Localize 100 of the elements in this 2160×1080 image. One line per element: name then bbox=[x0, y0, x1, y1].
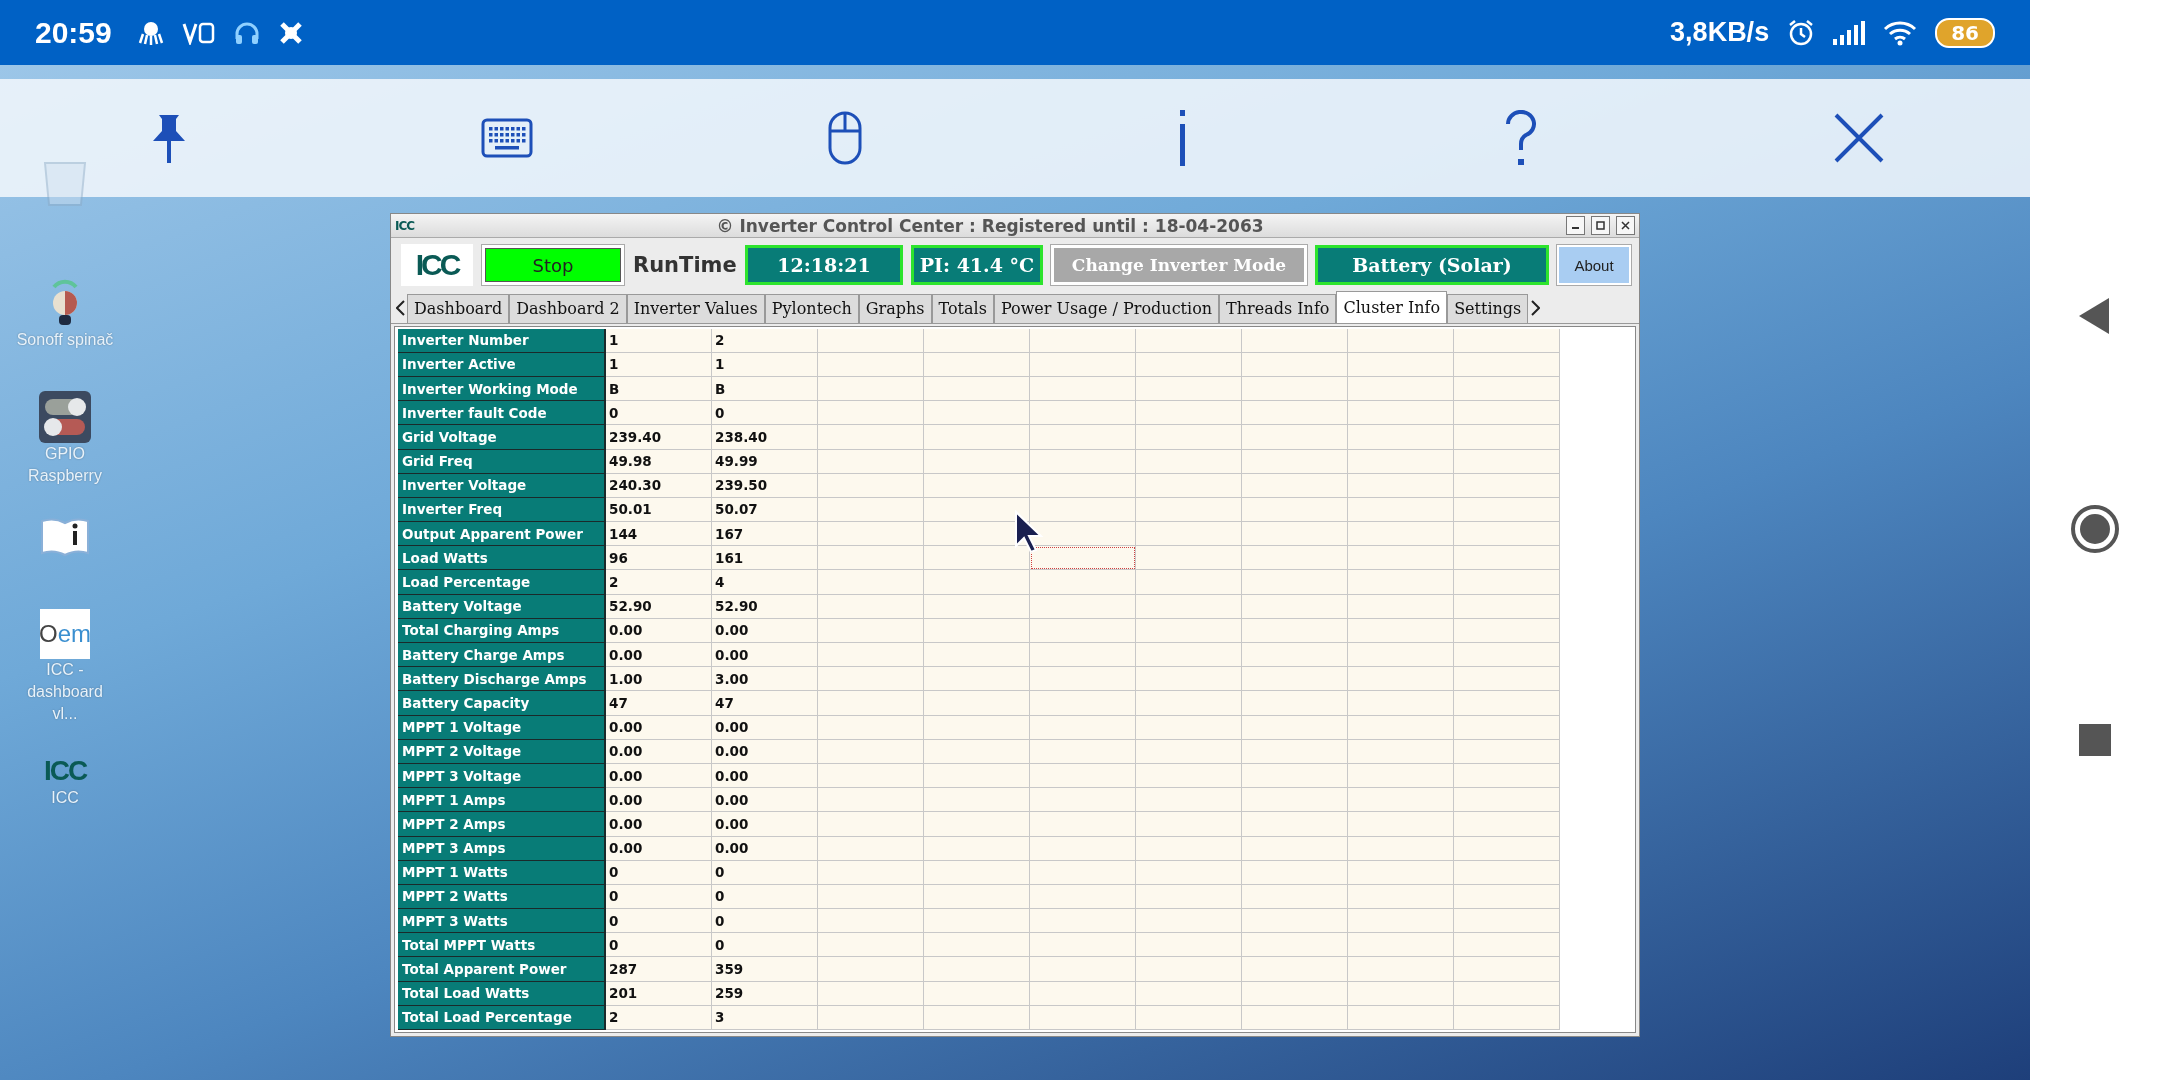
close-button[interactable] bbox=[1616, 216, 1635, 235]
table-cell: 50.01 bbox=[606, 497, 712, 523]
row-label: Total Load Watts bbox=[398, 981, 606, 1006]
table-cell: 0 bbox=[606, 401, 712, 426]
tab[interactable]: Dashboard bbox=[407, 293, 510, 323]
table-cell: 0 bbox=[606, 933, 712, 958]
table-cell: 0.00 bbox=[606, 836, 712, 861]
book-info-icon[interactable] bbox=[40, 517, 90, 557]
row-label: Inverter Working Mode bbox=[398, 376, 606, 402]
table-cell: 287 bbox=[606, 957, 712, 982]
row-label: Total MPPT Watts bbox=[398, 933, 606, 958]
table-cell: 2 bbox=[606, 1005, 712, 1030]
table-cell: 96 bbox=[606, 546, 712, 571]
signal-icon bbox=[1833, 20, 1866, 45]
tab[interactable]: Settings bbox=[1447, 293, 1529, 323]
tab[interactable]: Totals bbox=[931, 293, 994, 323]
row-label: Inverter fault Code bbox=[398, 401, 606, 426]
row-label: Total Load Percentage bbox=[398, 1005, 606, 1030]
maximize-button[interactable] bbox=[1591, 216, 1610, 235]
runtime-label: RunTime bbox=[633, 253, 737, 278]
tab[interactable]: Dashboard 2 bbox=[509, 293, 627, 323]
row-label: MPPT 3 Amps bbox=[398, 836, 606, 861]
table-cell: 259 bbox=[712, 981, 818, 1006]
table-cell: 0.00 bbox=[606, 618, 712, 643]
table-cell: 1 bbox=[712, 352, 818, 377]
pin-icon[interactable] bbox=[151, 113, 187, 163]
table-cell: 0.00 bbox=[606, 715, 712, 740]
table-cell: 0 bbox=[606, 909, 712, 934]
row-label: MPPT 3 Voltage bbox=[398, 763, 606, 789]
table-cell: 144 bbox=[606, 522, 712, 547]
row-label: MPPT 1 Amps bbox=[398, 788, 606, 813]
tab[interactable]: Graphs bbox=[858, 293, 932, 323]
table-cell: 238.40 bbox=[712, 425, 818, 450]
row-label: MPPT 2 Amps bbox=[398, 812, 606, 837]
help-icon[interactable] bbox=[1505, 110, 1537, 166]
octopus-icon bbox=[137, 19, 164, 46]
window-title: © Inverter Control Center : Registered until : 18-04-2063 bbox=[715, 215, 1265, 236]
back-icon[interactable] bbox=[2079, 298, 2111, 334]
table-cell: 0 bbox=[712, 401, 818, 426]
row-label: Total Apparent Power bbox=[398, 957, 606, 982]
close-icon[interactable] bbox=[1833, 112, 1885, 164]
volte-icon bbox=[181, 20, 216, 45]
row-label: MPPT 1 Watts bbox=[398, 860, 606, 885]
tab[interactable]: Inverter Values bbox=[626, 293, 765, 323]
minimize-button[interactable] bbox=[1566, 216, 1585, 235]
keyboard-icon[interactable] bbox=[481, 118, 533, 158]
oem-logo-icon[interactable]: Oem bbox=[40, 609, 90, 659]
network-speed: 3,8KB/s bbox=[1670, 17, 1770, 48]
table-cell: 0 bbox=[712, 933, 818, 958]
table-cell: 0.00 bbox=[606, 812, 712, 837]
table-cell: 4 bbox=[712, 570, 818, 595]
headphones-icon bbox=[233, 20, 260, 45]
battery-mode-display: Battery (Solar) bbox=[1315, 245, 1549, 286]
table-cell: 0.00 bbox=[712, 812, 818, 837]
home-icon[interactable] bbox=[2070, 504, 2120, 554]
row-label: Inverter Active bbox=[398, 352, 606, 377]
tab[interactable]: Pylontech bbox=[764, 293, 859, 323]
chevron-left-icon bbox=[395, 299, 405, 316]
app-logo-icon: ICC bbox=[395, 218, 415, 233]
mouse-pointer-icon bbox=[1014, 510, 1044, 556]
desktop-icon-label: ICC bbox=[50, 788, 80, 808]
table-cell: 47 bbox=[712, 691, 818, 716]
row-label: MPPT 1 Voltage bbox=[398, 715, 606, 740]
table-cell: 2 bbox=[712, 328, 818, 353]
table-cell: 0.00 bbox=[712, 618, 818, 643]
tab[interactable]: Threads Info bbox=[1219, 293, 1337, 323]
wifi-icon bbox=[1883, 19, 1918, 46]
row-label: MPPT 2 Voltage bbox=[398, 739, 606, 764]
close-icon bbox=[1621, 221, 1630, 230]
mouse-icon[interactable] bbox=[828, 111, 862, 165]
table-cell: 0 bbox=[712, 860, 818, 885]
table-cell: 0 bbox=[606, 860, 712, 885]
tab[interactable]: Cluster Info bbox=[1336, 290, 1448, 323]
table-cell: 0 bbox=[606, 884, 712, 910]
table-cell: 239.40 bbox=[606, 425, 712, 450]
desktop-icon-label: ICC - dashboard vl... bbox=[26, 660, 104, 724]
about-button[interactable]: About bbox=[1557, 245, 1631, 286]
table-cell: B bbox=[606, 376, 712, 402]
temperature-display: PI: 41.4 °C bbox=[911, 245, 1043, 286]
row-label: Grid Freq bbox=[398, 449, 606, 474]
tab[interactable]: Power Usage / Production bbox=[993, 293, 1220, 323]
toggle-switches-icon[interactable] bbox=[39, 391, 91, 443]
table-cell: 0.00 bbox=[712, 788, 818, 813]
icc-logo: ICC bbox=[401, 244, 473, 287]
row-label: Inverter Freq bbox=[398, 497, 606, 523]
row-label: Inverter Number bbox=[398, 328, 606, 353]
row-label: Output Apparent Power bbox=[398, 522, 606, 547]
row-label: Battery Discharge Amps bbox=[398, 667, 606, 692]
info-icon[interactable] bbox=[1178, 110, 1188, 166]
table-cell: 359 bbox=[712, 957, 818, 982]
stop-button[interactable]: Stop bbox=[485, 248, 621, 283]
row-label: Load Percentage bbox=[398, 570, 606, 595]
table-cell: 0.00 bbox=[712, 643, 818, 668]
table-cell: 240.30 bbox=[606, 473, 712, 498]
table-cell: 49.98 bbox=[606, 449, 712, 474]
table-cell: 3 bbox=[712, 1005, 818, 1030]
row-label: MPPT 2 Watts bbox=[398, 884, 606, 910]
table-cell: 239.50 bbox=[712, 473, 818, 498]
maximize-icon bbox=[1596, 221, 1605, 230]
row-label: Load Watts bbox=[398, 546, 606, 571]
